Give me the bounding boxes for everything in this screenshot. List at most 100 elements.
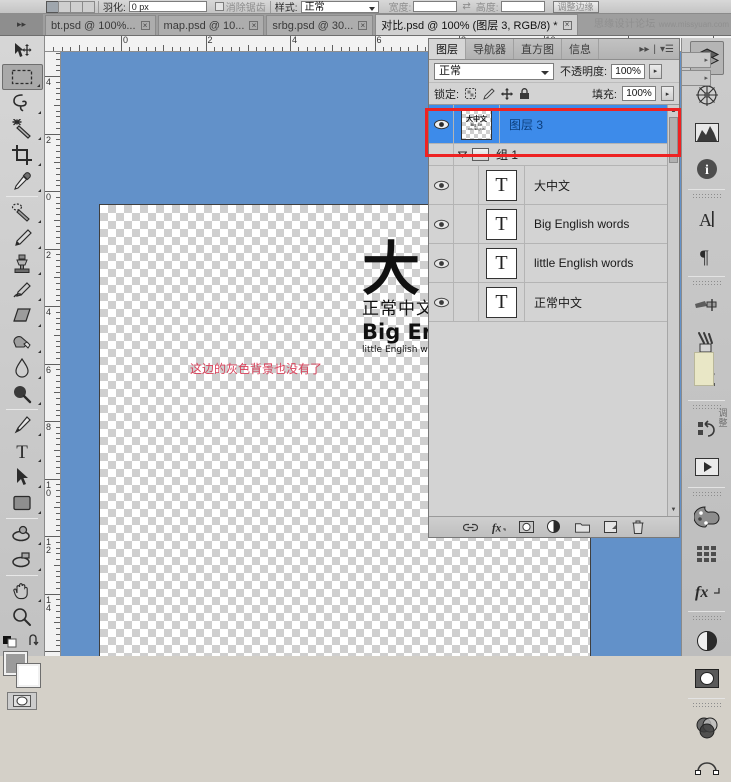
styles-fx-icon[interactable]: fx (690, 574, 724, 608)
healing-brush-tool[interactable] (2, 199, 43, 225)
color-swatches-icon[interactable] (690, 500, 724, 534)
crop-tool[interactable] (2, 142, 43, 168)
layer-thumbnail[interactable]: 大中文 Big En little English (454, 105, 500, 143)
layer-visibility-toggle[interactable] (429, 283, 454, 321)
swatches-grid-icon[interactable] (690, 537, 724, 571)
pen-tool[interactable] (2, 412, 43, 438)
blur-tool[interactable] (2, 355, 43, 381)
option-intersect-selection[interactable] (82, 0, 95, 13)
move-tool[interactable] (2, 38, 43, 64)
layer-row[interactable]: T Big English words (429, 205, 679, 244)
brush-tool[interactable] (2, 225, 43, 251)
panel-menu-icon[interactable]: ▾☰ (660, 44, 674, 55)
layer-thumbnail[interactable]: T (479, 244, 525, 282)
swap-arrows-icon[interactable]: ⇄ (462, 1, 470, 12)
eyedropper-tool[interactable] (2, 168, 43, 194)
double-chevron-right-icon[interactable]: ▸▸ (639, 44, 649, 55)
histogram-icon[interactable] (690, 115, 724, 149)
antialias-checkbox[interactable] (214, 2, 224, 11)
3d-orbit-tool[interactable] (2, 547, 43, 573)
fill-input[interactable]: 100% (622, 86, 656, 101)
opacity-stepper[interactable]: ▸ (649, 63, 663, 79)
eraser-tool[interactable] (2, 303, 43, 329)
style-select[interactable]: 正常 (300, 0, 379, 13)
adjustments-icon[interactable] (690, 624, 724, 658)
layer-row[interactable]: T 大中文 (429, 166, 679, 205)
lasso-tool[interactable] (2, 90, 43, 116)
paragraph-icon[interactable]: ¶ (690, 239, 724, 273)
tab-map-psd[interactable]: map.psd @ 10... × (157, 15, 265, 35)
zoom-tool[interactable] (2, 604, 43, 630)
brush-icon[interactable] (690, 289, 724, 323)
new-layer-icon[interactable] (603, 520, 618, 535)
new-adjustment-layer-icon[interactable] (547, 520, 562, 535)
background-color-swatch[interactable] (17, 664, 40, 687)
layer-style-fx-icon[interactable]: fx (491, 520, 506, 535)
layer-row[interactable]: T little English words (429, 244, 679, 283)
character-icon[interactable]: A (690, 202, 724, 236)
scroll-down-arrow[interactable]: ▼ (669, 505, 678, 515)
quick-mask-icon[interactable] (7, 692, 37, 710)
masks-icon[interactable] (690, 661, 724, 695)
dodge-tool[interactable] (2, 381, 43, 407)
link-layers-icon[interactable] (462, 520, 478, 535)
height-input[interactable] (500, 1, 545, 12)
lock-transparent-pixels-icon[interactable] (464, 87, 477, 100)
expand-arrows-icon[interactable]: ▸▸ (0, 13, 43, 35)
3d-rotate-tool[interactable] (2, 521, 43, 547)
close-icon[interactable]: × (140, 21, 150, 30)
layer-visibility-toggle[interactable] (429, 105, 454, 143)
collapsed-tab-1[interactable]: ▸ (681, 52, 711, 68)
layer-visibility-toggle[interactable] (429, 244, 454, 282)
gradient-tool[interactable] (2, 329, 43, 355)
lock-position-icon[interactable] (500, 87, 513, 100)
history-brush-tool[interactable] (2, 277, 43, 303)
layer-visibility-toggle[interactable] (429, 166, 454, 204)
lock-all-icon[interactable] (518, 87, 531, 100)
refine-edge-button[interactable]: 调整边缘 (552, 0, 599, 13)
paths-icon[interactable] (690, 748, 724, 782)
add-layer-mask-icon[interactable] (518, 520, 534, 535)
layer-visibility-toggle[interactable] (429, 205, 454, 243)
layers-scrollbar[interactable]: ▲ ▼ (667, 105, 679, 516)
tab-histogram[interactable]: 直方图 (514, 39, 562, 59)
color-swatches[interactable] (2, 652, 42, 687)
layer-thumbnail[interactable]: T (479, 166, 525, 204)
group-visibility-toggle[interactable] (429, 144, 454, 165)
rectangular-marquee-tool[interactable] (1, 64, 43, 90)
actions-icon[interactable] (690, 450, 724, 484)
layers-list[interactable]: 大中文 Big En little English 图层 3 组 1 T 大中文… (429, 105, 679, 516)
tab-navigator[interactable]: 导航器 (466, 39, 514, 59)
chevron-down-icon[interactable] (454, 151, 470, 158)
blend-mode-select[interactable]: 正常 (434, 62, 554, 80)
tab-srbg-psd[interactable]: srbg.psd @ 30... × (266, 15, 374, 35)
opacity-input[interactable]: 100% (611, 63, 646, 79)
feather-input[interactable]: 0 px (128, 1, 207, 12)
new-group-icon[interactable] (574, 520, 590, 535)
rectangle-shape-tool[interactable] (2, 490, 43, 516)
layer-thumbnail[interactable]: T (479, 283, 525, 321)
scroll-thumb[interactable] (669, 117, 678, 163)
vertical-ruler[interactable]: 4 2 0 2 4 6 8 10 12 14 (45, 52, 61, 656)
layer-thumbnail[interactable]: T (479, 205, 525, 243)
layer-group-row[interactable]: 组 1 (429, 144, 679, 166)
magic-wand-tool[interactable] (2, 116, 43, 142)
tab-bt-psd[interactable]: bt.psd @ 100%... × (45, 15, 156, 35)
layer-row[interactable]: 大中文 Big En little English 图层 3 (429, 105, 679, 144)
lock-image-pixels-icon[interactable] (482, 87, 495, 100)
type-tool[interactable]: T (2, 438, 43, 464)
scroll-up-arrow[interactable]: ▲ (669, 106, 678, 116)
default-colors-icon[interactable] (3, 634, 19, 648)
path-selection-tool[interactable] (2, 464, 43, 490)
hand-tool[interactable] (2, 578, 43, 604)
fill-stepper[interactable]: ▸ (661, 86, 674, 101)
tab-layers[interactable]: 图层 (429, 39, 466, 59)
layer-row[interactable]: T 正常中文 (429, 283, 679, 322)
channels-icon[interactable] (690, 711, 724, 745)
close-icon[interactable]: × (358, 21, 368, 30)
clone-stamp-tool[interactable] (2, 251, 43, 277)
tab-duibi-psd[interactable]: 对比.psd @ 100% (图层 3, RGB/8) * × (375, 14, 578, 35)
close-icon[interactable]: × (249, 21, 259, 30)
swap-colors-icon[interactable] (27, 634, 41, 648)
width-input[interactable] (413, 1, 458, 12)
